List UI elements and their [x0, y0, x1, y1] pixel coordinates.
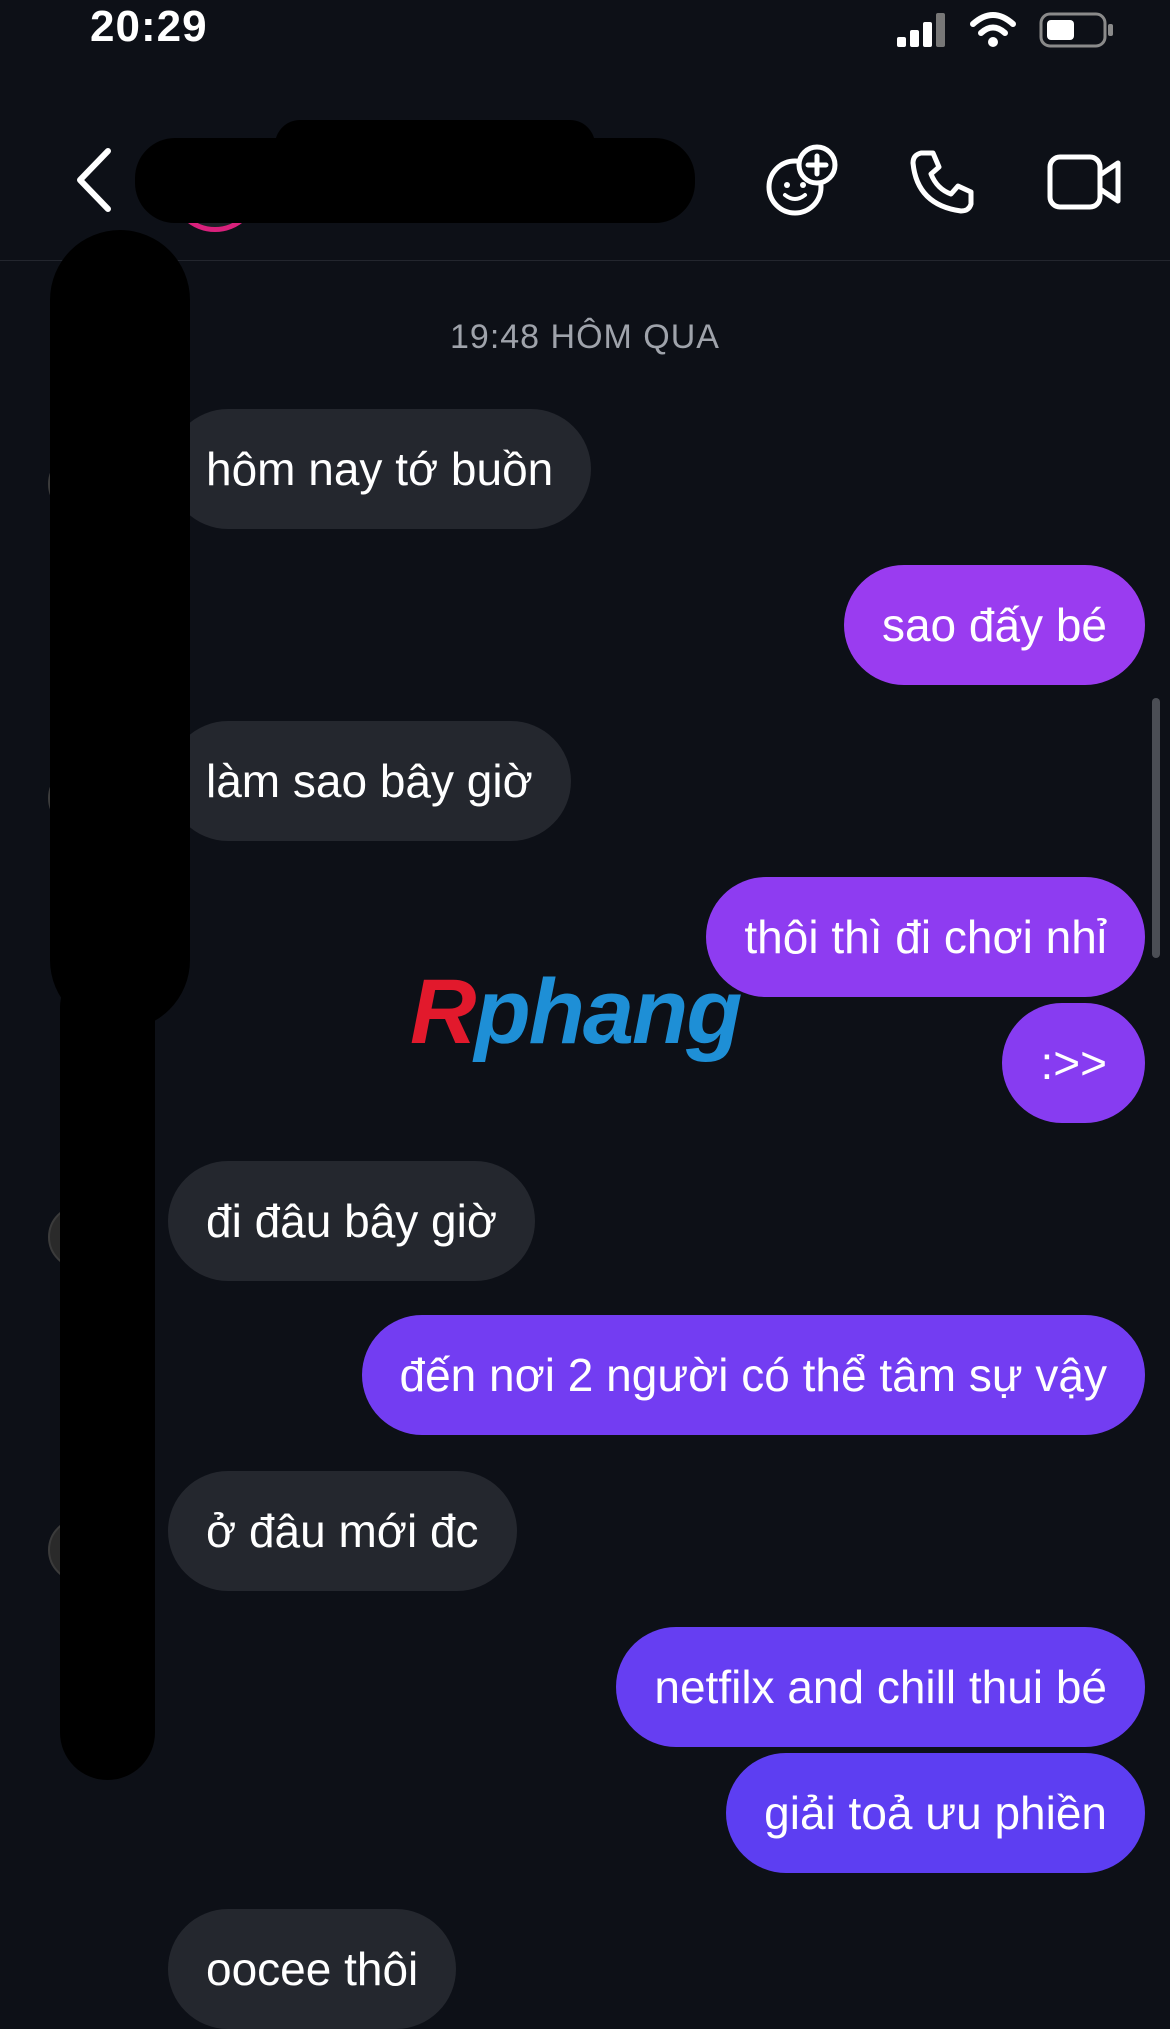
chevron-left-icon[interactable] — [70, 145, 120, 215]
status-time: 20:29 — [90, 2, 208, 51]
status-bar: 20:29 — [0, 0, 1170, 60]
message-bubble-incoming[interactable]: đi đâu bây giờ — [168, 1161, 536, 1281]
effects-button[interactable] — [760, 140, 844, 224]
signal-icon — [897, 13, 945, 47]
sticker-plus-icon — [766, 144, 838, 216]
call-button[interactable] — [900, 140, 984, 224]
watermark-first: R — [410, 961, 476, 1063]
wifi-icon — [970, 12, 1016, 47]
video-call-button[interactable] — [1043, 140, 1127, 224]
watermark-rest: phang — [474, 961, 742, 1063]
message-bubble-outgoing[interactable]: netfilx and chill thui bé — [616, 1627, 1145, 1747]
redaction-scribble — [60, 960, 155, 1780]
chat-header — [0, 100, 1170, 261]
battery-icon — [1039, 12, 1113, 48]
message-bubble-outgoing[interactable]: :>> — [1002, 1003, 1145, 1123]
message-bubble-outgoing[interactable]: đến nơi 2 người có thể tâm sự vậy — [361, 1315, 1145, 1435]
video-camera-icon — [1047, 154, 1121, 210]
redaction-scribble — [275, 120, 595, 170]
message-bubble-outgoing[interactable]: thôi thì đi chơi nhỉ — [706, 877, 1145, 997]
watermark-logo: Rphang — [410, 960, 742, 1065]
contact-info[interactable] — [125, 120, 725, 232]
scrollbar[interactable] — [1152, 698, 1160, 958]
status-icons — [897, 12, 1115, 48]
message-bubble-incoming[interactable]: hôm nay tớ buồn — [168, 409, 592, 529]
message-bubble-outgoing[interactable]: giải toả ưu phiền — [726, 1753, 1145, 1873]
redaction-scribble — [50, 230, 190, 1030]
phone-icon — [910, 150, 974, 214]
message-bubble-outgoing[interactable]: sao đấy bé — [843, 565, 1145, 685]
message-bubble-incoming[interactable]: oocee thôi — [168, 1909, 457, 2029]
message-bubble-incoming[interactable]: làm sao bây giờ — [168, 721, 571, 841]
message-bubble-incoming[interactable]: ở đâu mới đc — [168, 1471, 517, 1591]
